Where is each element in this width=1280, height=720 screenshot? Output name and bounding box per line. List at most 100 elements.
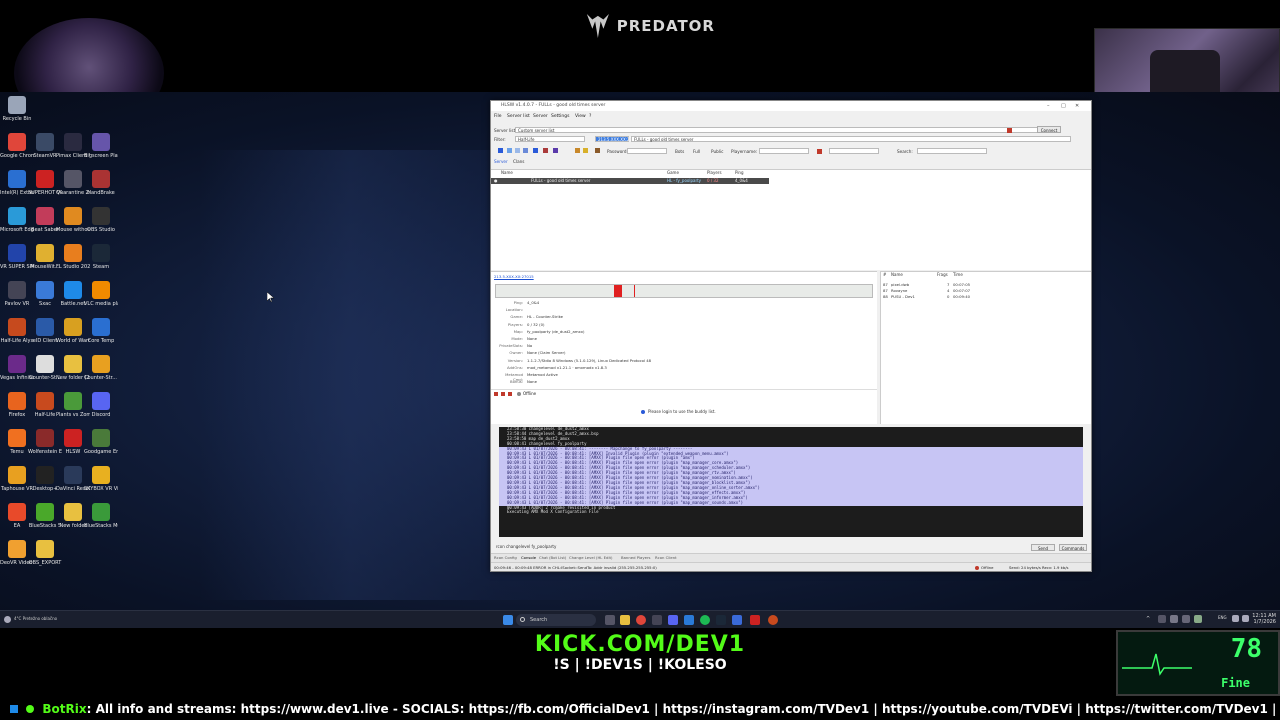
tab-rcon-client[interactable]: Rcon Client bbox=[655, 555, 677, 560]
playername-input[interactable] bbox=[759, 148, 809, 154]
player-row[interactable]: 88 PUSU - Dev1 0 00:09:40 bbox=[881, 294, 1081, 300]
public-checkbox[interactable]: Public bbox=[711, 149, 723, 154]
volume-icon[interactable] bbox=[1242, 615, 1249, 622]
menu-help[interactable]: ? bbox=[589, 114, 591, 119]
taskbar-search[interactable]: Search bbox=[516, 614, 596, 626]
buddy-icon[interactable] bbox=[494, 392, 498, 396]
spotify-icon[interactable] bbox=[700, 615, 710, 625]
tray-app-icon[interactable] bbox=[1158, 615, 1166, 623]
server-address-link[interactable]: 213.5.XXX.XX:27015 bbox=[494, 274, 534, 279]
col-players[interactable]: Players bbox=[707, 170, 722, 175]
server-list-label: Server list: bbox=[494, 128, 517, 133]
vs-icon[interactable] bbox=[732, 615, 742, 625]
desktop-icon[interactable]: OBS_EXPORT bbox=[28, 540, 62, 566]
discord-icon[interactable] bbox=[668, 615, 678, 625]
menu-settings[interactable]: Settings bbox=[551, 114, 569, 119]
send-button[interactable]: Send bbox=[1031, 544, 1055, 551]
refresh-icon[interactable] bbox=[498, 148, 503, 153]
desktop-icon[interactable]: Core Temp bbox=[84, 318, 118, 344]
menu-server[interactable]: Server bbox=[533, 114, 548, 119]
menu-file[interactable]: File bbox=[494, 114, 502, 119]
filter-input[interactable] bbox=[829, 148, 879, 154]
desktop-icon[interactable]: Discord bbox=[84, 392, 118, 418]
tab-chat[interactable]: Chat (Bot List) bbox=[539, 555, 566, 560]
server-list-select[interactable]: Custom server list bbox=[515, 127, 1055, 133]
hlsw-taskbar-icon[interactable] bbox=[750, 615, 760, 625]
tab-clans[interactable]: Clans bbox=[513, 159, 525, 164]
buddy-add-icon[interactable] bbox=[501, 392, 505, 396]
buddy-status[interactable]: Offline bbox=[523, 391, 536, 396]
commands-button[interactable]: Commands bbox=[1059, 544, 1087, 551]
start-icon[interactable] bbox=[503, 615, 513, 625]
minimize-icon[interactable]: – bbox=[1047, 103, 1050, 109]
edge-icon[interactable] bbox=[684, 615, 694, 625]
desktop-icon[interactable]: Bigscreen Player bbox=[84, 133, 118, 159]
maximize-icon[interactable]: □ bbox=[1061, 103, 1066, 109]
player-col-frags[interactable]: Frags bbox=[937, 272, 948, 277]
tray-app4-icon[interactable] bbox=[1194, 615, 1202, 623]
command-input[interactable]: rcon changelevel fy_poolparty bbox=[494, 544, 1014, 550]
tray-app3-icon[interactable] bbox=[1182, 615, 1190, 623]
desktop-icon[interactable]: Steam bbox=[84, 244, 118, 270]
add-server-icon[interactable] bbox=[507, 148, 512, 153]
col-game[interactable]: Game bbox=[667, 170, 679, 175]
tab-server[interactable]: Server bbox=[494, 159, 508, 164]
filter-select[interactable]: Half-Life bbox=[515, 136, 585, 142]
player-name: Rovayne bbox=[891, 288, 908, 293]
desktop-icon[interactable]: HandBrake bbox=[84, 170, 118, 196]
list-icon[interactable] bbox=[533, 148, 538, 153]
clear-icon[interactable] bbox=[817, 149, 822, 154]
tab-console[interactable]: Console bbox=[521, 555, 536, 560]
player-col-name[interactable]: Name bbox=[891, 272, 903, 277]
desktop-icon-label: Bigscreen Player bbox=[84, 153, 118, 159]
stop-icon[interactable] bbox=[543, 148, 548, 153]
server-row[interactable]: ● FULLs - good old times server HL - fy_… bbox=[491, 178, 769, 184]
halflife-taskbar-icon[interactable] bbox=[768, 615, 778, 625]
password-input[interactable] bbox=[627, 148, 667, 154]
tab-change-level[interactable]: Change Level (HL Edit) bbox=[569, 555, 612, 560]
obs-icon[interactable] bbox=[652, 615, 662, 625]
connect-button[interactable]: Connect bbox=[1037, 126, 1061, 133]
address-input[interactable]: 213.5.XXX.XX:27015 bbox=[595, 136, 640, 142]
col-name[interactable]: Name bbox=[501, 170, 513, 175]
desktop-icon[interactable]: BlueStacks Multi-Insta... bbox=[84, 503, 118, 529]
steam-icon[interactable] bbox=[716, 615, 726, 625]
network-icon[interactable] bbox=[1232, 615, 1239, 622]
record-icon[interactable] bbox=[1007, 128, 1012, 133]
chrome-icon[interactable] bbox=[636, 615, 646, 625]
window-titlebar[interactable]: HLSW v1.4.0.7 - FULLs - good old times s… bbox=[491, 101, 1091, 111]
folder-icon[interactable] bbox=[583, 148, 588, 153]
file-explorer-icon[interactable] bbox=[620, 615, 630, 625]
player-col-time[interactable]: Time bbox=[953, 272, 963, 277]
language-indicator[interactable]: ENG bbox=[1218, 615, 1227, 620]
tray-chevron-icon[interactable]: ^ bbox=[1146, 616, 1150, 622]
buddy-chat-icon[interactable] bbox=[508, 392, 512, 396]
weather-icon[interactable] bbox=[4, 616, 11, 623]
tray-app2-icon[interactable] bbox=[1170, 615, 1178, 623]
bots-checkbox[interactable]: Bots bbox=[675, 149, 684, 154]
desktop-icon[interactable]: Recycle Bin bbox=[0, 96, 34, 122]
favorite-icon[interactable] bbox=[553, 148, 558, 153]
taskbar-clock[interactable]: 12:11 AM 1/7/2026 bbox=[1252, 613, 1276, 625]
weather-text[interactable]: 4°C Pretežno oblačno bbox=[14, 616, 57, 621]
menu-server-list[interactable]: Server list bbox=[507, 114, 530, 119]
close-icon[interactable]: ✕ bbox=[1075, 103, 1079, 109]
tab-rcon-config[interactable]: Rcon Config bbox=[494, 555, 517, 560]
search-input[interactable] bbox=[917, 148, 987, 154]
player-col-num[interactable]: # bbox=[883, 272, 886, 277]
history-icon[interactable] bbox=[595, 148, 600, 153]
desktop-icon[interactable]: VLC media player bbox=[84, 281, 118, 307]
remove-server-icon[interactable] bbox=[515, 148, 520, 153]
full-checkbox[interactable]: Full bbox=[693, 149, 700, 154]
desktop-icon[interactable]: Goodgame Empire bbox=[84, 429, 118, 455]
desktop-icon[interactable]: SKYBOX VR Video Player bbox=[84, 466, 118, 492]
query-icon[interactable] bbox=[523, 148, 528, 153]
col-ping[interactable]: Ping bbox=[735, 170, 744, 175]
desktop-icon[interactable]: OBS Studio bbox=[84, 207, 118, 233]
filter-icon[interactable] bbox=[575, 148, 580, 153]
task-view-icon[interactable] bbox=[605, 615, 615, 625]
desktop-icon[interactable]: Counter-Str... 2 bbox=[84, 355, 118, 381]
hlsw-window[interactable]: HLSW v1.4.0.7 - FULLs - good old times s… bbox=[490, 100, 1092, 572]
menu-view[interactable]: View bbox=[575, 114, 586, 119]
tab-banned-players[interactable]: Banned Players bbox=[621, 555, 651, 560]
